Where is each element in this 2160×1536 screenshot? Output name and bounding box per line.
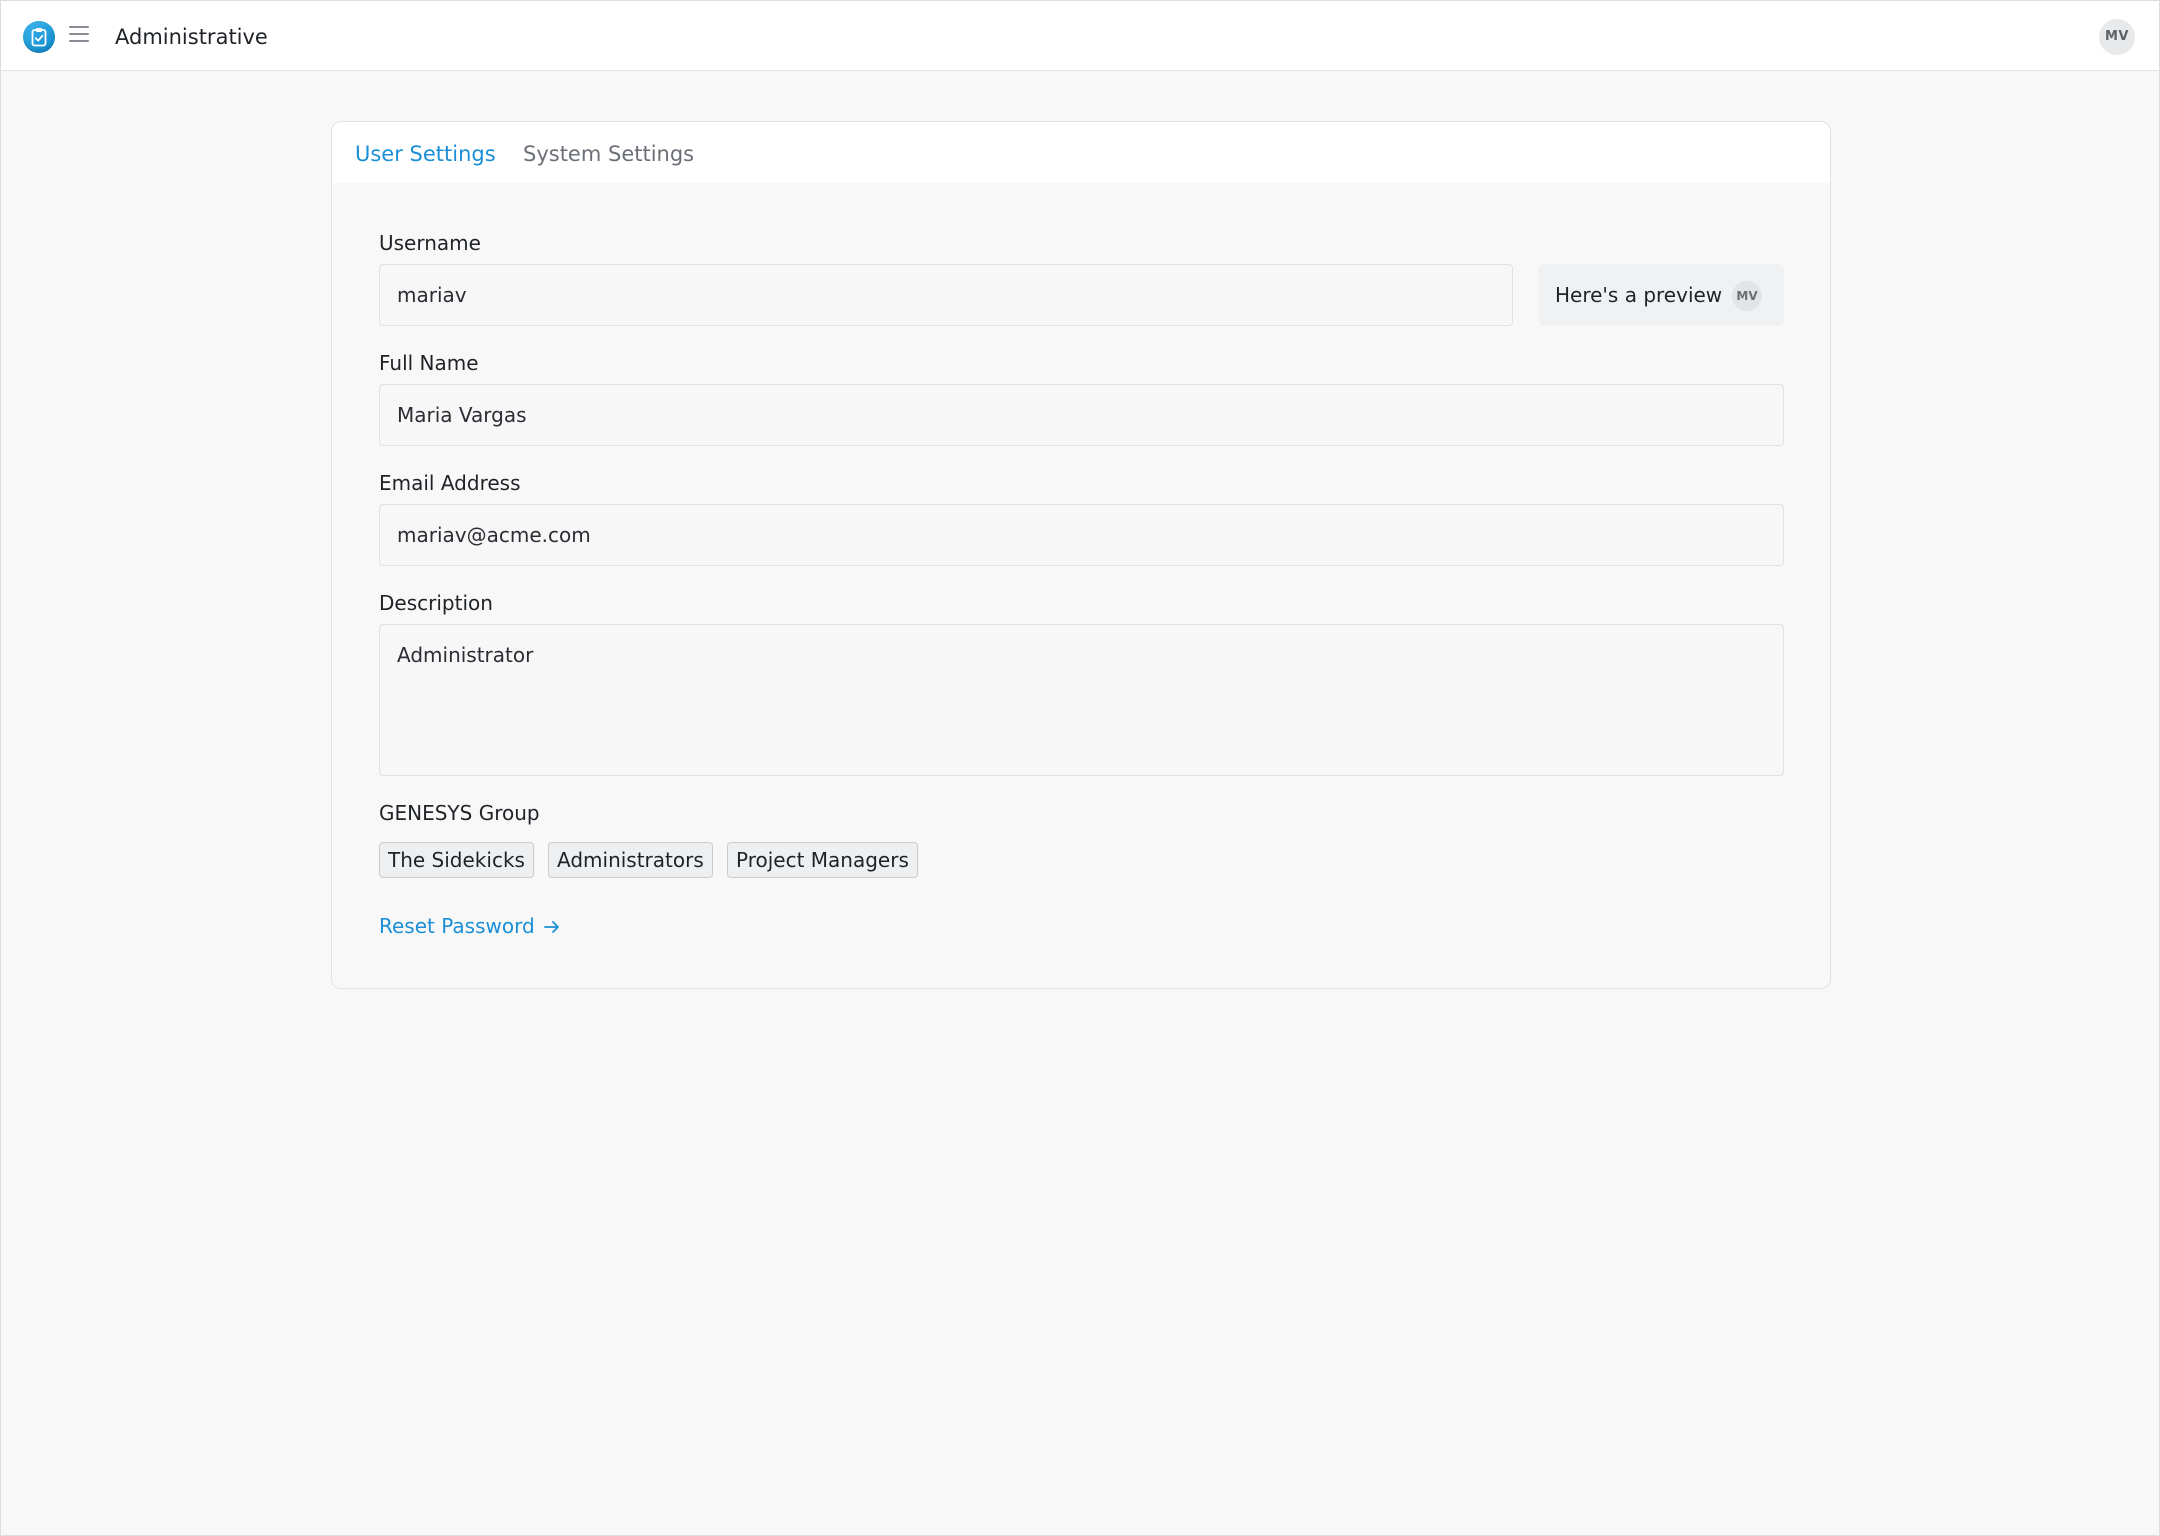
- avatar-preview: Here's a preview MV: [1538, 264, 1784, 326]
- hamburger-menu-icon[interactable]: [69, 26, 89, 44]
- genesys-group-label: GENESYS Group: [379, 801, 540, 825]
- arrow-right-icon: [543, 921, 559, 933]
- tab-user-settings[interactable]: User Settings: [355, 140, 496, 168]
- username-input[interactable]: [379, 264, 1513, 326]
- group-chip-administrators[interactable]: Administrators: [548, 842, 713, 878]
- user-avatar[interactable]: MV: [2099, 19, 2135, 55]
- app-window: Administrative MV User Settings System S…: [0, 0, 2160, 1536]
- tab-bar: User Settings System Settings: [332, 122, 1830, 183]
- description-label: Description: [379, 591, 493, 615]
- username-label: Username: [379, 231, 481, 255]
- email-label: Email Address: [379, 471, 521, 495]
- group-chip-sidekicks[interactable]: The Sidekicks: [379, 842, 534, 878]
- email-input[interactable]: [379, 504, 1784, 566]
- group-chip-project-managers[interactable]: Project Managers: [727, 842, 918, 878]
- page-title: Administrative: [115, 25, 268, 49]
- description-textarea[interactable]: Administrator: [379, 624, 1784, 776]
- tab-system-settings[interactable]: System Settings: [523, 140, 694, 168]
- full-name-input[interactable]: [379, 384, 1784, 446]
- reset-password-link[interactable]: Reset Password: [379, 913, 561, 939]
- reset-password-label: Reset Password: [379, 914, 535, 938]
- settings-card: User Settings System Settings Username H…: [331, 121, 1831, 989]
- full-name-label: Full Name: [379, 351, 479, 375]
- top-bar: Administrative MV: [1, 1, 2159, 71]
- preview-label: Here's a preview: [1555, 283, 1723, 307]
- preview-avatar: MV: [1732, 281, 1762, 311]
- clipboard-check-icon[interactable]: [23, 21, 55, 53]
